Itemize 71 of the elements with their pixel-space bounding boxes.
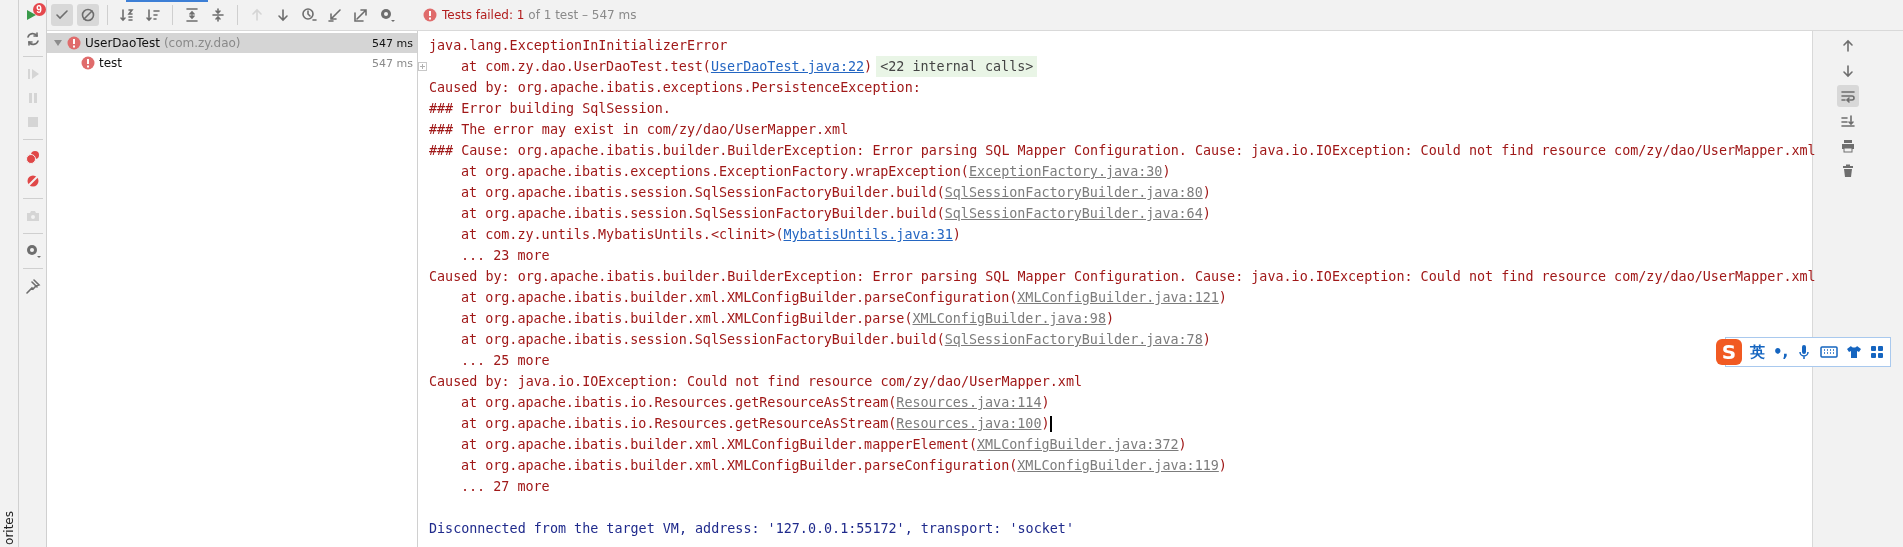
stack-trace-text: at org.apache.ibatis.builder.xml.XMLConfigBuilder.mapperElement( — [461, 436, 977, 454]
stack-trace-text: ) — [1105, 310, 1114, 328]
stack-trace-text: ) — [1202, 184, 1211, 202]
test-duration: 547 ms — [372, 56, 413, 70]
stack-trace-text: Caused by: org.apache.ibatis.builder.BuilderException: Error parsing SQL Mapper Configuration. Cause: java.io.IOException: Could not find resource com/zy/dao/UserMapper.xml — [429, 268, 1816, 286]
test-name: test — [99, 56, 123, 70]
grid-icon[interactable] — [1870, 345, 1885, 359]
stack-trace-text: Caused by: java.io.IOException: Could not find resource com/zy/dao/UserMapper.xml — [429, 373, 1082, 391]
stack-trace-text: at org.apache.ibatis.session.SqlSessionFactoryBuilder.build( — [461, 184, 945, 202]
punctuation-mode[interactable]: •, — [1773, 343, 1789, 361]
stack-trace-text: ) — [1178, 436, 1187, 454]
stack-trace-text: ) — [1202, 331, 1211, 349]
folded-calls[interactable]: <22 internal calls> — [876, 56, 1038, 77]
shirt-icon[interactable] — [1846, 344, 1863, 360]
stack-trace-text: at org.apache.ibatis.session.SqlSessionFactoryBuilder.build( — [461, 205, 945, 223]
source-link[interactable]: MybatisUntils.java:31 — [783, 224, 953, 245]
stack-trace-text: ### Cause: org.apache.ibatis.builder.BuilderException: Error parsing SQL Mapper Configuration. Cause: java.io.IOException: Could not find resource com/zy/dao/UserMapper.xml — [429, 142, 1816, 160]
stack-trace-text: at org.apache.ibatis.builder.xml.XMLConfigBuilder.parse( — [461, 310, 913, 328]
source-link[interactable]: SqlSessionFactoryBuilder.java:64 — [944, 203, 1203, 224]
source-link[interactable]: Resources.java:114 — [896, 392, 1042, 413]
check-icon[interactable] — [51, 4, 73, 26]
console-message: Disconnected from the target VM, address: '127.0.0.1:55172', transport: 'socket' — [429, 520, 1074, 538]
source-link[interactable]: UserDaoTest.java:22 — [710, 56, 865, 77]
stack-trace-text: at com.zy.dao.UserDaoTest.test( — [461, 58, 711, 76]
stack-trace-text: ### Error building SqlSession. — [429, 100, 671, 118]
count-badge: 9 — [32, 3, 46, 16]
stack-trace-text: ... 23 more — [461, 247, 550, 265]
source-link[interactable]: ExceptionFactory.java:30 — [968, 161, 1163, 182]
stack-trace-text: at com.zy.untils.MybatisUntils.<clinit>( — [461, 226, 784, 244]
error-icon — [423, 8, 437, 22]
stack-trace-text: ) — [1218, 457, 1227, 475]
stack-trace-text: at org.apache.ibatis.io.Resources.getResourceAsStream( — [461, 394, 897, 412]
stack-trace-text: java.lang.ExceptionInInitializerError — [429, 37, 728, 55]
test-duration: 547 ms — [372, 36, 413, 50]
source-link[interactable]: SqlSessionFactoryBuilder.java:78 — [944, 329, 1203, 350]
source-link[interactable]: Resources.java:100 — [896, 413, 1042, 434]
tree-row[interactable]: UserDaoTest (com.zy.dao) 547 ms — [47, 33, 417, 53]
soft-wrap-icon[interactable] — [1837, 85, 1859, 107]
source-link[interactable]: XMLConfigBuilder.java:121 — [1017, 287, 1219, 308]
stack-trace-text: at org.apache.ibatis.builder.xml.XMLConfigBuilder.parseConfiguration( — [461, 457, 1018, 475]
stack-trace-text: ) — [1218, 289, 1227, 307]
stack-trace-text: ### The error may exist in com/zy/dao/UserMapper.xml — [429, 121, 849, 139]
source-link[interactable]: XMLConfigBuilder.java:372 — [976, 434, 1179, 455]
fold-icon[interactable] — [418, 62, 427, 71]
stack-trace-text: ) — [1202, 205, 1211, 223]
run-button[interactable]: 9 — [21, 4, 44, 26]
ignore-icon[interactable] — [77, 4, 99, 26]
stack-trace-text: ) — [864, 58, 873, 76]
test-package: (com.zy.dao) — [163, 36, 241, 50]
keyboard-icon[interactable] — [1820, 345, 1839, 359]
stack-trace-text: at org.apache.ibatis.session.SqlSessionFactoryBuilder.build( — [461, 331, 945, 349]
source-link[interactable]: XMLConfigBuilder.java:119 — [1017, 455, 1219, 476]
stack-trace-text: ) — [1041, 415, 1050, 433]
source-link[interactable]: XMLConfigBuilder.java:98 — [912, 308, 1106, 329]
stack-trace-text: at org.apache.ibatis.builder.xml.XMLConfigBuilder.parseConfiguration( — [461, 289, 1018, 307]
language-mode[interactable]: 英 — [1750, 342, 1765, 362]
stack-trace-text: at org.apache.ibatis.exceptions.ExceptionFactory.wrapException( — [461, 163, 969, 181]
expand-arrow-icon[interactable] — [53, 38, 63, 48]
stack-trace-text: ) — [952, 226, 961, 244]
tree-row[interactable]: test 547 ms — [47, 53, 417, 73]
test-name: UserDaoTest — [85, 36, 160, 50]
test-status-text: Tests failed: 1 of 1 test – 547 ms — [442, 8, 637, 22]
source-link[interactable]: SqlSessionFactoryBuilder.java:80 — [944, 182, 1203, 203]
favorites-tab[interactable]: orites — [2, 511, 16, 545]
stack-trace-text: at org.apache.ibatis.io.Resources.getResourceAsStream( — [461, 415, 897, 433]
stack-trace-text: Caused by: org.apache.ibatis.exceptions.PersistenceException: — [429, 79, 922, 97]
input-method-logo: S — [1716, 339, 1742, 365]
stack-trace-text: ) — [1162, 163, 1171, 181]
stack-trace-text: ... 27 more — [461, 478, 550, 496]
stack-trace-text: ... 25 more — [461, 352, 550, 370]
stack-trace-text: ) — [1041, 394, 1050, 412]
